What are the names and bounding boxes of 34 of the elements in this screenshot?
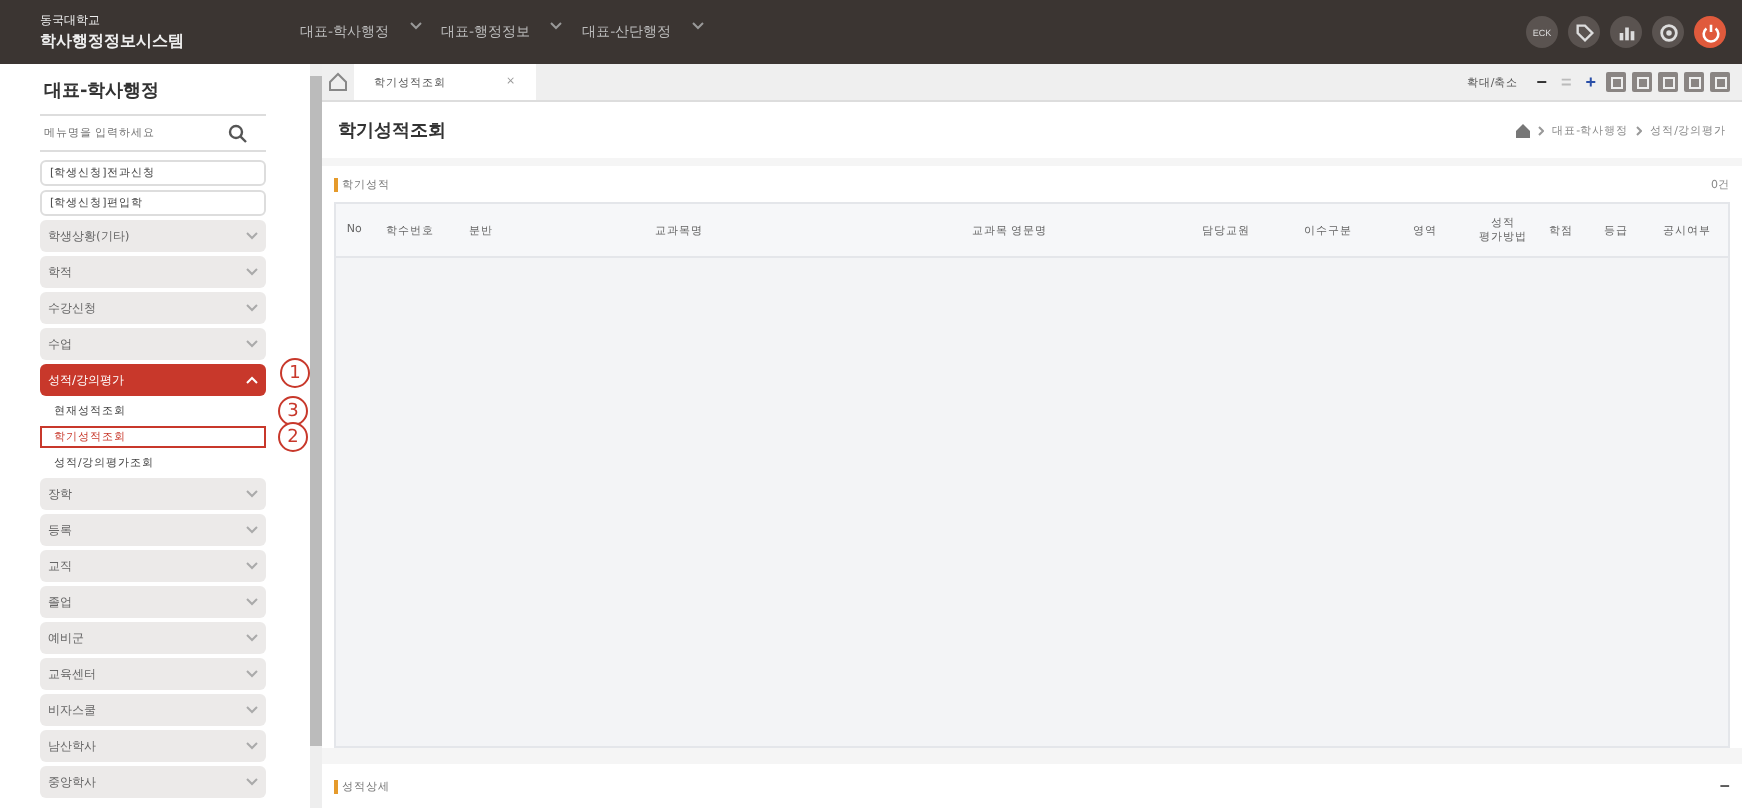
chevron-down-icon: [246, 232, 258, 240]
annotation-number: 1: [280, 358, 310, 388]
power-icon[interactable]: [1694, 16, 1726, 48]
chevron-down-icon: [246, 742, 258, 750]
chevron-down-icon: [246, 634, 258, 642]
chevron-down-icon: [246, 670, 258, 678]
chevron-up-icon: [246, 376, 258, 384]
chart-icon[interactable]: [1610, 16, 1642, 48]
chevron-right-icon: [1636, 125, 1643, 135]
chevron-right-icon: [1538, 125, 1545, 135]
search-icon: [228, 123, 248, 143]
annotation-number: 2: [278, 422, 308, 452]
collapse-button[interactable]: −: [1719, 776, 1730, 796]
chevron-down-icon: [246, 562, 258, 570]
chevron-down-icon: [246, 778, 258, 786]
page-title: 학기성적조회: [338, 119, 446, 143]
tag-icon[interactable]: [1568, 16, 1600, 48]
annotation-number: 3: [278, 396, 308, 426]
chevron-down-icon: [409, 22, 422, 30]
chevron-down-icon: [246, 490, 258, 498]
chevron-down-icon: [246, 706, 258, 714]
home-icon: [1516, 123, 1531, 137]
system-name: 학사행정정보시스템: [40, 30, 186, 52]
chevron-down-icon: [550, 22, 563, 30]
chevron-down-icon: [246, 304, 258, 312]
chevron-down-icon: [246, 340, 258, 348]
settings-icon[interactable]: [1652, 16, 1684, 48]
chevron-down-icon: [691, 22, 704, 30]
sidebar-title: 대표-학사행정: [40, 64, 266, 116]
chevron-down-icon: [246, 526, 258, 534]
zoom-out-button[interactable]: −: [1532, 72, 1551, 92]
chevron-down-icon: [246, 598, 258, 606]
chevron-down-icon: [246, 268, 258, 276]
zoom-in-button[interactable]: +: [1581, 72, 1600, 92]
